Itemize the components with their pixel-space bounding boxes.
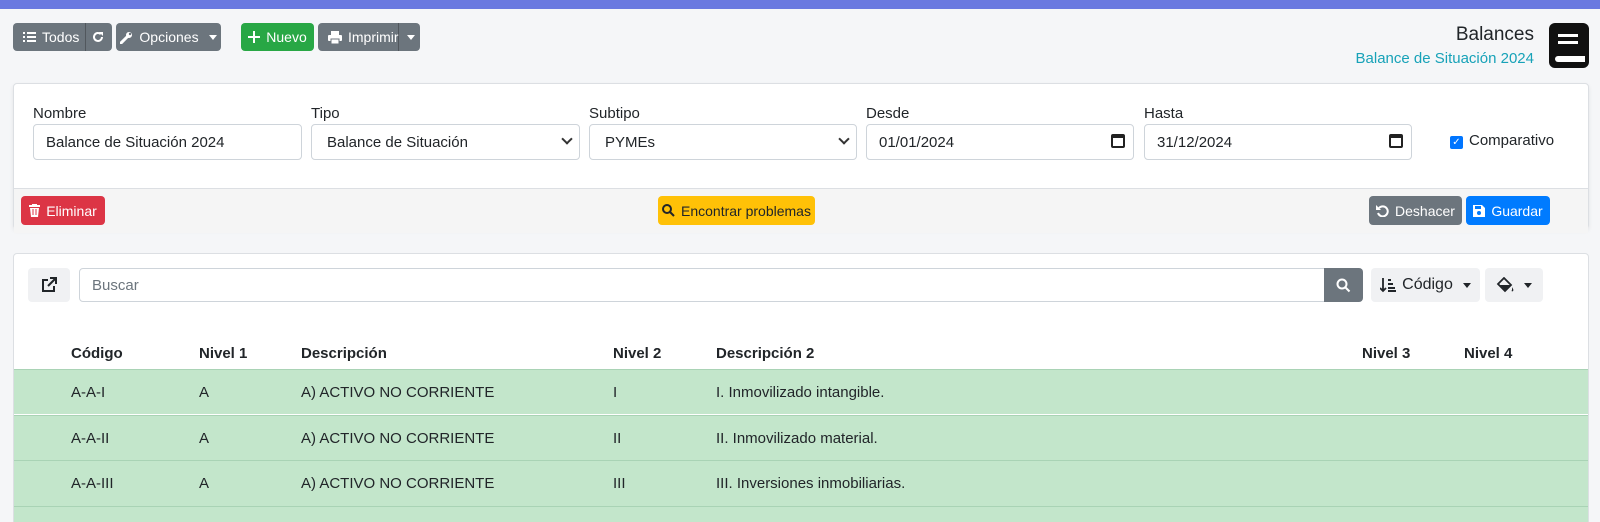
form-actions-bar: Eliminar Encontrar problemas Deshacer Gu… (14, 188, 1588, 233)
page-header: Balances Balance de Situación 2024 (1356, 24, 1534, 67)
cell-codigo: A-A-III (71, 475, 114, 492)
table-row[interactable]: A-A-II A A) ACTIVO NO CORRIENTE II II. I… (14, 415, 1588, 460)
undo-icon (1376, 205, 1389, 217)
cell-descripcion2: II. Inmovilizado material. (716, 430, 878, 447)
printer-icon (328, 30, 342, 44)
page-title: Balances (1455, 24, 1534, 45)
comparativo-label: Comparativo (1469, 132, 1555, 149)
chevron-down-icon (1524, 282, 1532, 288)
cell-nivel1: A (199, 430, 210, 447)
cell-codigo: A-A-I (71, 384, 106, 401)
column-header[interactable]: Nivel 4 (1464, 345, 1512, 362)
separator (398, 23, 399, 51)
plus-icon (248, 31, 261, 43)
wrench-icon (120, 31, 133, 44)
undo-button[interactable]: Deshacer (1369, 196, 1462, 225)
open-external-button[interactable] (28, 268, 70, 302)
nombre-input[interactable]: Balance de Situación 2024 (33, 124, 302, 160)
page-subtitle: Balance de Situación 2024 (1355, 50, 1534, 67)
save-button-label: Guardar (1491, 202, 1543, 219)
column-header[interactable]: Nivel 1 (199, 345, 247, 362)
calendar-icon[interactable] (1389, 134, 1403, 148)
tipo-select[interactable]: Balance de Situación (311, 124, 580, 160)
top-accent-bar (0, 0, 1600, 9)
hasta-label: Hasta (1144, 105, 1184, 122)
form-card: Nombre Balance de Situación 2024 Tipo Ba… (13, 83, 1589, 233)
color-dropdown[interactable] (1485, 268, 1543, 302)
tipo-label: Tipo (311, 105, 340, 122)
cell-descripcion: A) ACTIVO NO CORRIENTE (301, 475, 495, 492)
sort-dropdown-label: Código (1402, 276, 1453, 293)
cell-descripcion2: III. Inversiones inmobiliarias. (716, 475, 906, 492)
find-problems-button-label: Encontrar problemas (681, 202, 811, 219)
subtipo-select-value: PYMEs (605, 133, 656, 151)
column-header[interactable]: Descripción (301, 345, 387, 362)
chevron-down-icon (561, 133, 573, 145)
book-icon (1549, 23, 1589, 68)
all-button-label: Todos (42, 29, 80, 45)
chevron-down-icon[interactable] (407, 35, 415, 40)
save-button[interactable]: Guardar (1466, 196, 1550, 225)
list-icon (23, 32, 36, 42)
search-icon (662, 204, 675, 217)
check-icon[interactable]: ✓ (1450, 136, 1463, 149)
separator (85, 23, 86, 51)
hasta-date-input[interactable]: 31/12/2024 (1144, 124, 1412, 160)
cell-descripcion: A) ACTIVO NO CORRIENTE (301, 384, 495, 401)
column-header[interactable]: Código (71, 345, 123, 362)
options-button[interactable]: Opciones (116, 23, 221, 51)
cell-nivel1: A (199, 475, 210, 492)
subtipo-label: Subtipo (589, 105, 640, 122)
undo-button-label: Deshacer (1395, 202, 1455, 219)
refresh-icon[interactable] (91, 30, 105, 44)
hasta-date-value: 31/12/2024 (1157, 133, 1233, 151)
print-button-label: Imprimir (348, 29, 399, 45)
delete-button[interactable]: Eliminar (21, 196, 105, 225)
row-divider (14, 506, 1588, 507)
nombre-label: Nombre (33, 105, 87, 122)
desde-date-value: 01/01/2024 (879, 133, 955, 151)
table-row[interactable]: A-A-III A A) ACTIVO NO CORRIENTE III III… (14, 460, 1588, 522)
tipo-select-value: Balance de Situación (327, 133, 468, 151)
search-button[interactable] (1324, 268, 1363, 302)
desde-label: Desde (866, 105, 910, 122)
new-button-label: Nuevo (266, 29, 307, 45)
options-button-label: Opciones (139, 29, 199, 45)
cell-descripcion2: I. Inmovilizado intangible. (716, 384, 885, 401)
subtipo-select[interactable]: PYMEs (589, 124, 857, 160)
calendar-icon[interactable] (1111, 134, 1125, 148)
cell-nivel2: III (613, 475, 626, 492)
table-row[interactable]: A-A-I A A) ACTIVO NO CORRIENTE I I. Inmo… (14, 369, 1588, 414)
cell-descripcion: A) ACTIVO NO CORRIENTE (301, 430, 495, 447)
paint-bucket-icon (1496, 277, 1514, 293)
search-icon (1336, 278, 1351, 292)
trash-icon (29, 204, 41, 217)
new-button[interactable]: Nuevo (241, 23, 314, 51)
delete-button-label: Eliminar (46, 202, 97, 219)
column-header[interactable]: Descripción 2 (716, 345, 814, 362)
cell-nivel2: I (613, 384, 618, 401)
desde-date-input[interactable]: 01/01/2024 (866, 124, 1134, 160)
search-input[interactable]: Buscar (79, 268, 1325, 302)
sort-amount-icon (1380, 278, 1397, 293)
column-header[interactable]: Nivel 2 (613, 345, 661, 362)
print-button-group[interactable]: Imprimir (318, 23, 420, 51)
all-button-group[interactable]: Todos (13, 23, 112, 51)
cell-nivel1: A (199, 384, 210, 401)
chevron-down-icon (1462, 282, 1471, 288)
external-link-icon (42, 277, 57, 292)
find-problems-button[interactable]: Encontrar problemas (658, 196, 815, 225)
cell-nivel2: II (613, 430, 622, 447)
chevron-down-icon (208, 34, 217, 40)
save-icon (1473, 204, 1486, 217)
column-header[interactable]: Nivel 3 (1362, 345, 1410, 362)
cell-codigo: A-A-II (71, 430, 110, 447)
chevron-down-icon (838, 133, 850, 145)
sort-dropdown[interactable]: Código (1371, 268, 1480, 302)
